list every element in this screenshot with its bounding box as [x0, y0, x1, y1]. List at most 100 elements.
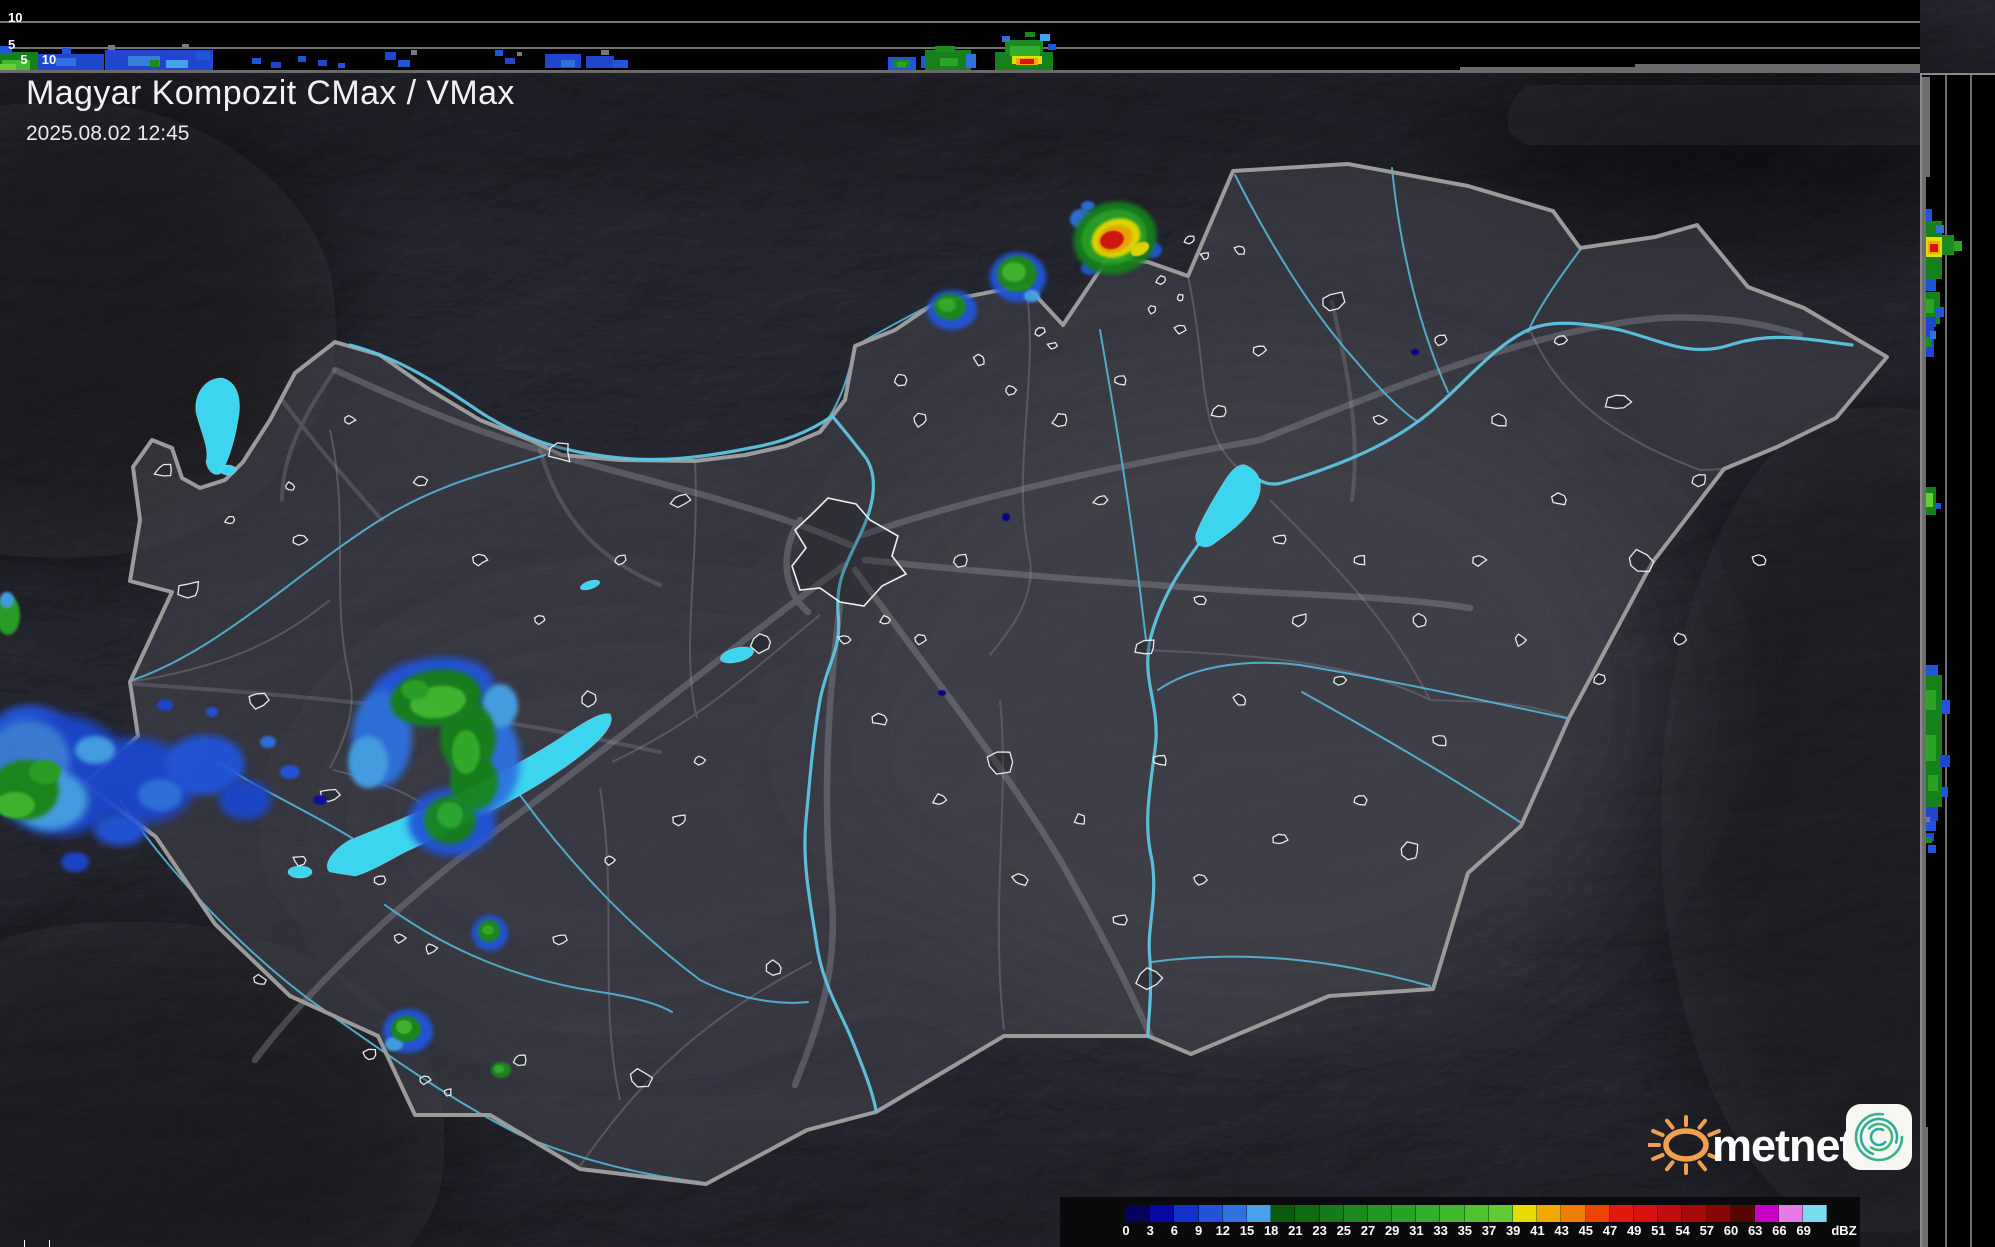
- legend-colorbar: [1126, 1205, 1828, 1222]
- radar-echo: [157, 699, 173, 711]
- profile-echo: [1928, 775, 1938, 791]
- legend-tick-label: 9: [1194, 1223, 1203, 1238]
- legend-tick-label: 63: [1747, 1223, 1763, 1238]
- radar-echo: [219, 780, 271, 820]
- radar-echo: [452, 730, 480, 774]
- radar-echo: [260, 736, 276, 748]
- legend-tick-label: 45: [1578, 1223, 1594, 1238]
- radar-echo: [0, 592, 14, 608]
- profile-echo: [252, 58, 261, 64]
- town-outline: [443, 1088, 452, 1097]
- radar-echo: [29, 760, 61, 784]
- legend-tick-label: 29: [1384, 1223, 1400, 1238]
- radar-echo: [1024, 290, 1040, 302]
- radar-echo: [938, 690, 946, 696]
- profile-echo: [166, 60, 188, 68]
- legend-cell: [1513, 1205, 1538, 1222]
- profile-echo: [1942, 700, 1950, 714]
- town-outline: [1176, 293, 1184, 302]
- legend-tick-label: 35: [1457, 1223, 1473, 1238]
- legend-cell: [1271, 1205, 1296, 1222]
- legend-tick-label: 33: [1433, 1223, 1448, 1238]
- profile-echo: [601, 50, 609, 55]
- radar-echo: [280, 765, 300, 779]
- legend-cell: [1537, 1205, 1562, 1222]
- legend-cell: [1295, 1205, 1320, 1222]
- profile-echo: [150, 60, 159, 67]
- town-outline: [373, 875, 387, 886]
- radar-echo: [494, 1065, 504, 1073]
- radar-echo: [348, 736, 388, 788]
- top-profile-panel: [0, 0, 1920, 73]
- profile-echo: [385, 52, 396, 60]
- legend-tick-label: 43: [1554, 1223, 1569, 1238]
- legend-tick-label: 41: [1530, 1223, 1545, 1238]
- top-profile-plot: [0, 21, 1920, 73]
- profile-echo: [62, 48, 71, 54]
- legend-cell: [1416, 1205, 1441, 1222]
- legend-tick-label: 54: [1675, 1223, 1690, 1238]
- profile-echo: [940, 58, 958, 66]
- profile-echo: [1940, 755, 1950, 767]
- metnet-logo-graphic: metnet: [1646, 1104, 1912, 1175]
- legend-cell: [1779, 1205, 1804, 1222]
- legend-tick-label: 18: [1263, 1223, 1279, 1238]
- radar-echo: [1411, 349, 1419, 355]
- right-axis-label-5km: 5: [20, 52, 28, 67]
- legend-cell: [1198, 1205, 1223, 1222]
- legend-tick-label: 21: [1288, 1223, 1303, 1238]
- legend-unit-label: dBZ: [1831, 1223, 1857, 1238]
- profile-echo: [1936, 225, 1944, 233]
- profile-echo: [1002, 36, 1010, 42]
- profile-echo: [1954, 241, 1962, 251]
- legend-cell: [1440, 1205, 1465, 1222]
- legend-cell: [1658, 1205, 1683, 1222]
- legend-cell: [1754, 1205, 1780, 1222]
- legend-cell: [1682, 1205, 1707, 1222]
- timestamp: 2025.08.02 12:45: [26, 122, 190, 145]
- legend-tick-label: 3: [1146, 1223, 1154, 1238]
- legend-tick-label: 0: [1122, 1223, 1130, 1238]
- town-outline: [1114, 375, 1127, 386]
- legend-tick-label: 12: [1215, 1223, 1231, 1238]
- profile-echo: [935, 46, 955, 52]
- town-outline: [1353, 554, 1366, 566]
- profile-echo: [298, 56, 306, 62]
- radar-echo: [138, 779, 182, 811]
- profile-echo: [196, 52, 210, 60]
- right-profile-plot: [1922, 75, 1972, 1247]
- profile-echo: [1048, 44, 1056, 50]
- profile-echo: [1942, 787, 1948, 797]
- profile-echo: [56, 58, 76, 66]
- legend-cell: [1343, 1205, 1368, 1222]
- legend-cell: [1150, 1205, 1175, 1222]
- right-axis-label-10km: 10: [41, 52, 57, 67]
- top-axis-label-5km: 5: [8, 37, 16, 52]
- radar-echo: [75, 736, 115, 764]
- profile-echo: [966, 54, 976, 68]
- legend-tick-label: 15: [1239, 1223, 1255, 1238]
- radar-echo: [61, 852, 89, 872]
- legend-cell: [1706, 1205, 1731, 1222]
- profile-echo: [398, 60, 410, 67]
- right-profile-echoes: [1922, 209, 1962, 853]
- legend-cell: [1633, 1205, 1659, 1222]
- legend-tick-label: 47: [1602, 1223, 1618, 1238]
- legend-tick-label: 51: [1651, 1223, 1666, 1238]
- legend-cell: [1803, 1205, 1828, 1222]
- reflectivity-legend: 0 3 6 9 12 15 18 21 23 25 27 29 31 33 35 37 39 41 43 45 47 49…: [1060, 1197, 1860, 1247]
- profile-echo: [495, 50, 503, 56]
- radar-echo: [1002, 262, 1026, 282]
- legend-tick-label: 31: [1409, 1223, 1424, 1238]
- profile-echo: [1936, 307, 1944, 317]
- profile-echo: [0, 64, 16, 70]
- legend-tick-label: 37: [1481, 1223, 1497, 1238]
- profile-echo: [1926, 837, 1932, 843]
- profile-echo: [318, 60, 327, 66]
- profile-echo: [338, 63, 345, 68]
- profile-echo: [108, 45, 115, 50]
- axis-tick-5km: [24, 1240, 25, 1247]
- radar-echo: [1002, 513, 1010, 521]
- profile-echo: [1935, 503, 1941, 509]
- metnet-logo: metnet: [1646, 1098, 1928, 1184]
